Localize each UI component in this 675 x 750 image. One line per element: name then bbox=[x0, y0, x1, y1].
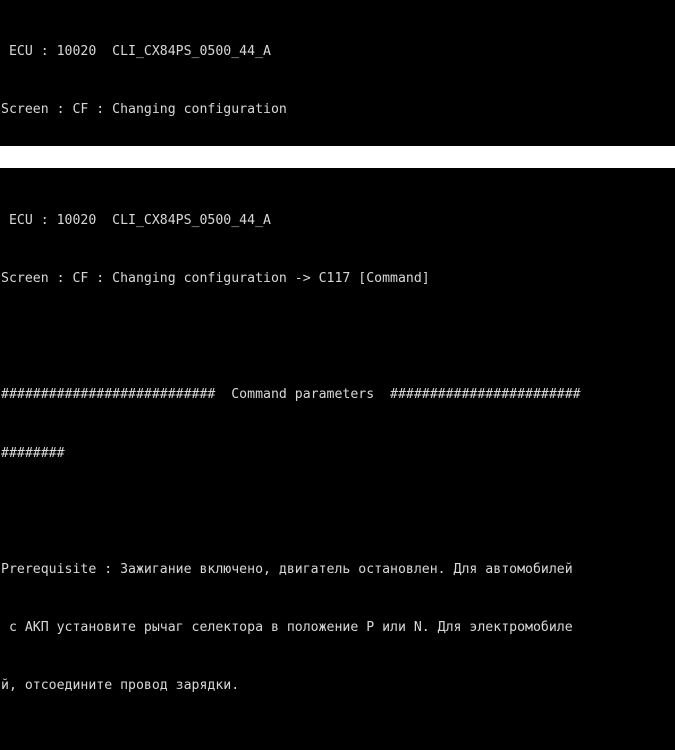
spacer-line bbox=[0, 327, 675, 346]
terminal-panel-menu[interactable]: ECU : 10020 CLI_CX84PS_0500_44_A Screen … bbox=[0, 0, 675, 146]
terminal-panel-command-detail[interactable]: ECU : 10020 CLI_CX84PS_0500_44_A Screen … bbox=[0, 168, 675, 750]
screen-header-line: Screen : CF : Changing configuration bbox=[1, 102, 287, 118]
ecu-header-line: ECU : 10020 CLI_CX84PS_0500_44_A bbox=[1, 43, 271, 59]
prerequisite-line-2: с АКП установите рычаг селектора в полож… bbox=[1, 620, 573, 636]
prerequisite-line-1: Prerequisite : Зажигание включено, двига… bbox=[1, 562, 573, 578]
command-parameters-separator-wrap: ######## bbox=[1, 445, 65, 461]
screen-breadcrumb-line: Screen : CF : Changing configuration -> … bbox=[1, 271, 430, 287]
spacer-line bbox=[0, 502, 675, 521]
panel-separator bbox=[0, 146, 675, 168]
spacer-line bbox=[0, 735, 675, 750]
prerequisite-line-3: й, отсоедините провод зарядки. bbox=[1, 678, 240, 694]
command-parameters-separator: ########################### Command para… bbox=[1, 387, 581, 403]
ecu-header-line: ECU : 10020 CLI_CX84PS_0500_44_A bbox=[1, 212, 271, 228]
